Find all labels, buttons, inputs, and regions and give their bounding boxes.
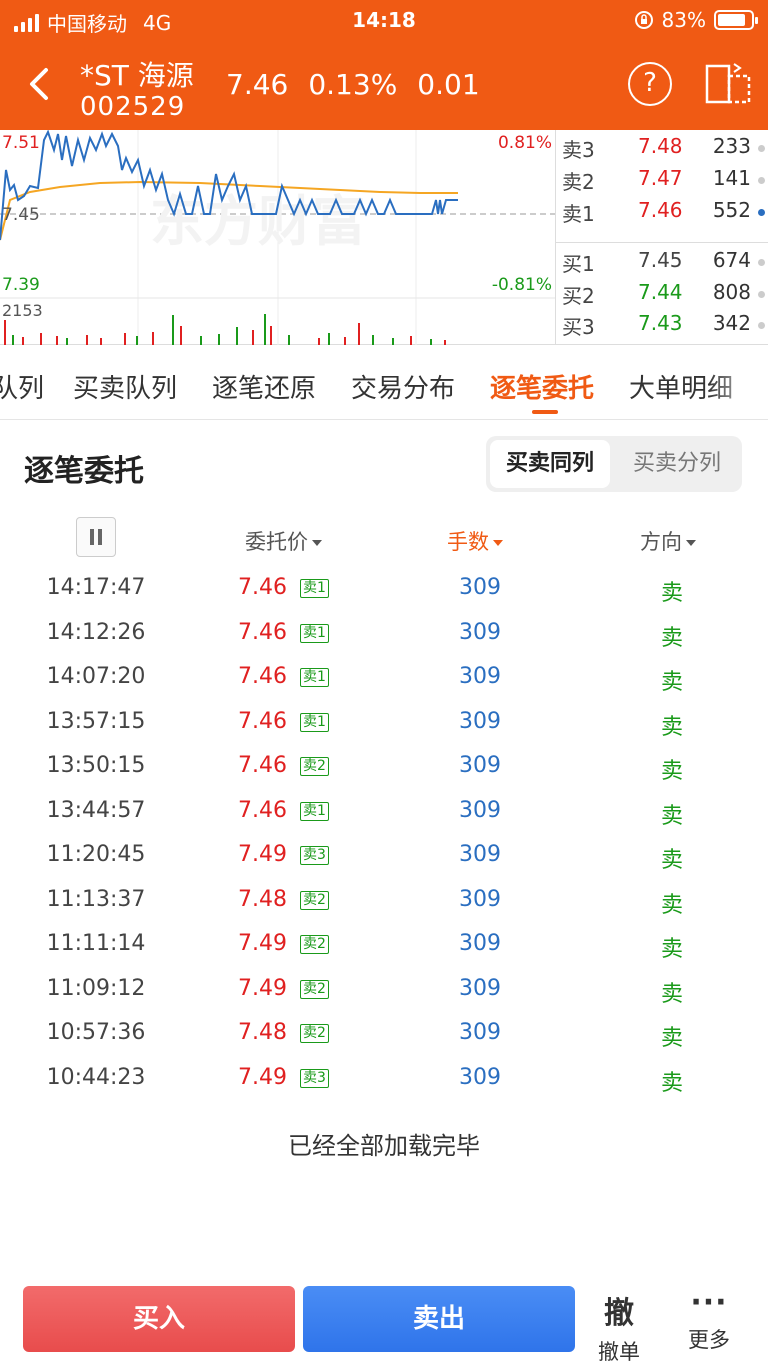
list-item: 14:17:47 7.46 卖1 309 卖 xyxy=(46,575,683,606)
ask-row-3: 卖3 7.48 233 xyxy=(556,134,768,164)
cancel-label: 撤单 xyxy=(598,1340,640,1364)
help-icon[interactable]: ? xyxy=(628,62,672,106)
list-item: 10:57:36 7.48 卖2 309 卖 xyxy=(46,1020,683,1051)
sell-button[interactable]: 卖出 xyxy=(303,1286,575,1352)
volume-bars xyxy=(4,314,446,345)
caret-down-icon xyxy=(493,540,503,546)
view-mode-toggle: 买卖同列 买卖分列 xyxy=(486,436,742,492)
cancel-order-button[interactable]: 撤 撤单 xyxy=(588,1288,650,1366)
stock-name: *ST 海源 xyxy=(80,59,194,92)
detail-tabs: 队列 买卖队列 逐笔还原 交易分布 逐笔委托 大单明细 xyxy=(0,346,768,420)
tab-indicator xyxy=(532,410,558,414)
buy-button[interactable]: 买入 xyxy=(23,1286,295,1352)
section-title: 逐笔委托 xyxy=(24,454,144,489)
battery-icon xyxy=(714,10,758,30)
col-direction-sort[interactable]: 方向 xyxy=(640,526,696,556)
tab-tick-orders[interactable]: 逐笔委托 xyxy=(490,368,594,405)
caret-down-icon xyxy=(312,540,322,546)
bottom-action-bar: 买入 卖出 撤 撤单 ··· 更多 xyxy=(0,1270,768,1366)
volume-label: 2153 xyxy=(2,301,43,320)
list-item: 13:44:57 7.46 卖1 309 卖 xyxy=(46,797,683,829)
stock-code: 002529 xyxy=(80,92,186,122)
change-percent: 0.13% xyxy=(308,68,398,101)
list-item: 13:57:15 7.46 卖1 309 卖 xyxy=(46,708,683,740)
more-button[interactable]: ··· 更多 xyxy=(678,1288,740,1354)
ask-row-2: 卖2 7.47 141 xyxy=(556,166,768,196)
list-item: 14:07:20 7.46 卖1 309 卖 xyxy=(46,664,683,695)
tab-trade-distribution[interactable]: 交易分布 xyxy=(351,368,455,405)
status-bar: 中国移动 4G 14:18 83% xyxy=(0,0,768,40)
list-item: 11:20:45 7.49 卖3 309 卖 xyxy=(46,842,683,873)
list-item: 13:50:15 7.46 卖2 309 卖 xyxy=(46,753,683,784)
tab-queue[interactable]: 队列 xyxy=(0,368,44,405)
cancel-icon: 撤 xyxy=(604,1296,634,1331)
pause-icon[interactable] xyxy=(76,517,116,557)
last-price: 7.46 xyxy=(226,68,289,101)
ask-row-1: 卖1 7.46 552 xyxy=(556,198,768,228)
caret-down-icon xyxy=(686,540,696,546)
more-dots-icon: ··· xyxy=(690,1285,728,1320)
battery-percent: 83% xyxy=(661,8,706,32)
list-item: 11:09:12 7.49 卖2 309 卖 xyxy=(46,975,683,1007)
list-item: 14:12:26 7.46 卖1 309 卖 xyxy=(46,619,683,651)
chart-high-label: 7.51 xyxy=(2,133,40,153)
chart-mid-label: 7.45 xyxy=(2,205,40,225)
chart-down-pct: -0.81% xyxy=(492,275,552,295)
landscape-switch-icon[interactable] xyxy=(704,60,752,108)
list-item: 11:13:37 7.48 卖2 309 卖 xyxy=(46,886,683,918)
seg-same-column[interactable]: 买卖同列 xyxy=(490,440,610,488)
more-label: 更多 xyxy=(688,1328,730,1352)
intraday-chart[interactable]: 东方财富 7.51 7.45 7.39 0.81% -0.81% 2153 xyxy=(0,130,555,345)
seg-split-column[interactable]: 买卖分列 xyxy=(616,440,738,488)
load-complete-note: 已经全部加载完毕 xyxy=(288,1132,480,1160)
bid-row-1: 买1 7.45 674 xyxy=(556,248,768,278)
tab-buy-sell-queue[interactable]: 买卖队列 xyxy=(73,368,177,405)
chart-low-label: 7.39 xyxy=(2,275,40,295)
col-qty-sort[interactable]: 手数 xyxy=(447,526,503,556)
bid-row-3: 买3 7.43 342 xyxy=(556,311,768,341)
tab-tick-restore[interactable]: 逐笔还原 xyxy=(212,368,316,405)
bid-row-2: 买2 7.44 808 xyxy=(556,280,768,310)
back-arrow-icon[interactable] xyxy=(24,62,58,106)
chart-up-pct: 0.81% xyxy=(498,133,552,153)
change-amount: 0.01 xyxy=(417,68,480,101)
order-book: 卖3 7.48 233 卖2 7.47 141 卖1 7.46 552 买1 7.45 674 … xyxy=(555,130,768,345)
quote-summary: 7.46 0.13% 0.01 xyxy=(226,68,480,101)
stock-header: *ST 海源 002529 7.46 0.13% 0.01 ? xyxy=(0,40,768,130)
list-item: 10:44:23 7.49 卖3 309 卖 xyxy=(46,1064,683,1096)
rotation-lock-icon xyxy=(634,11,653,29)
list-item: 11:11:14 7.49 卖2 309 卖 xyxy=(46,931,683,962)
col-price-sort[interactable]: 委托价 xyxy=(245,526,322,556)
